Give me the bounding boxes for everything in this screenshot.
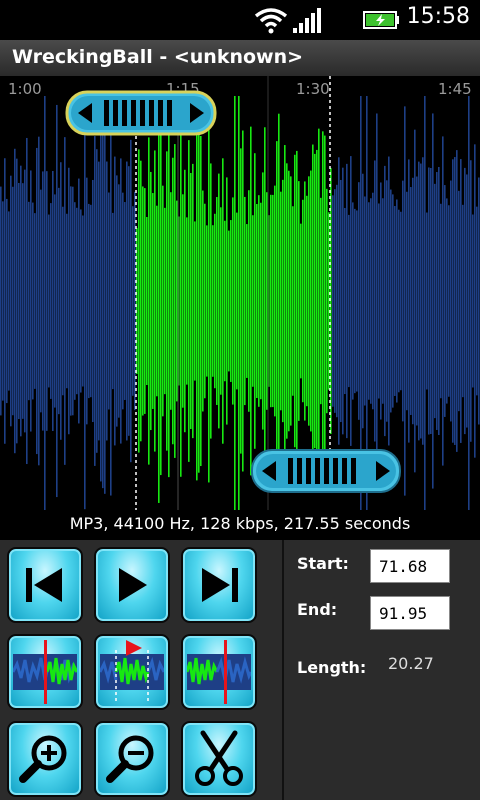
waveform-canvas[interactable]: 1:00 1:15 1:30 1:45 (0, 76, 480, 510)
play-selection-icon (100, 640, 164, 704)
app-title: WreckingBall - <unknown> (12, 46, 304, 68)
length-value: 20.27 (388, 654, 434, 673)
zoom-out-icon (106, 735, 154, 783)
mark-start-icon (13, 640, 77, 704)
jump-to-start-button[interactable] (7, 547, 83, 623)
time-label-1-45: 1:45 (438, 80, 472, 98)
length-label: Length: (297, 658, 367, 677)
mark-end-button[interactable] (181, 634, 257, 710)
jump-end-icon (202, 568, 238, 602)
signal-icon (293, 8, 321, 33)
jump-start-icon (26, 568, 62, 602)
play-button[interactable] (94, 547, 170, 623)
trim-button[interactable] (181, 721, 257, 797)
start-handle[interactable] (65, 90, 217, 136)
mark-start-button[interactable] (7, 634, 83, 710)
start-field[interactable]: 71.68 (370, 549, 450, 583)
status-bar: 15:58 (0, 0, 480, 40)
end-label: End: (297, 600, 338, 619)
end-field[interactable]: 91.95 (370, 596, 450, 630)
controls-panel (0, 540, 282, 800)
zoom-in-button[interactable] (7, 721, 83, 797)
selection-panel: Start: 71.68 End: 91.95 Length: 20.27 (282, 540, 480, 800)
waveform-view[interactable]: 1:00 1:15 1:30 1:45 (0, 76, 480, 510)
wifi-icon (254, 8, 288, 34)
time-label-1-00: 1:00 (8, 80, 42, 98)
end-handle[interactable] (251, 449, 401, 493)
play-selection-button[interactable] (94, 634, 170, 710)
zoom-in-icon (19, 735, 67, 783)
title-bar: WreckingBall - <unknown> (0, 40, 480, 77)
status-time: 15:58 (406, 4, 470, 29)
start-label: Start: (297, 554, 349, 573)
file-info: MP3, 44100 Hz, 128 kbps, 217.55 seconds (0, 510, 480, 540)
zoom-out-button[interactable] (94, 721, 170, 797)
jump-to-end-button[interactable] (181, 547, 257, 623)
play-icon (119, 568, 147, 602)
battery-charging-icon (363, 11, 399, 29)
time-label-1-30: 1:30 (296, 80, 330, 98)
mark-end-icon (187, 640, 251, 704)
scissors-icon (195, 730, 243, 786)
